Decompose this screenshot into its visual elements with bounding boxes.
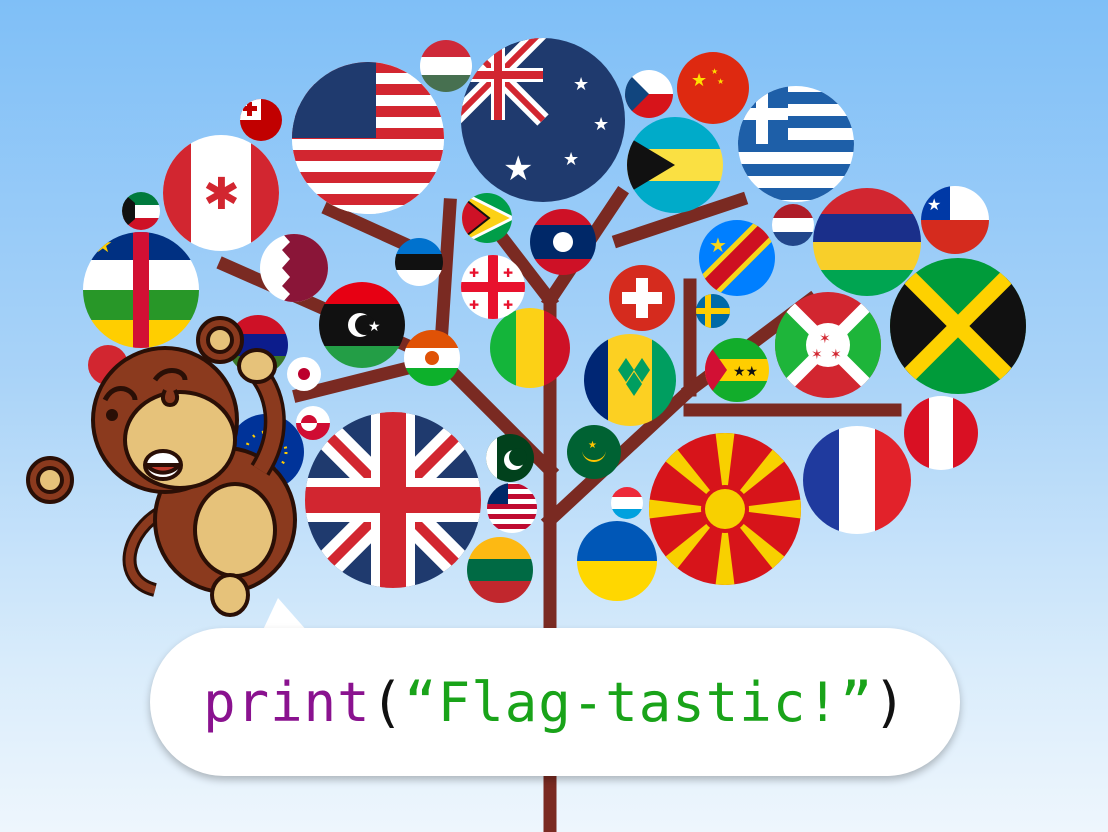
dr-congo-flag: ★ bbox=[699, 220, 775, 296]
jamaica-flag bbox=[890, 258, 1026, 394]
czech-republic-flag bbox=[625, 70, 673, 118]
svg-text:★: ★ bbox=[573, 74, 589, 95]
svg-text:✶: ✶ bbox=[819, 331, 831, 347]
svg-text:★: ★ bbox=[927, 195, 941, 214]
hungary-flag bbox=[420, 40, 472, 92]
france-flag bbox=[803, 426, 911, 534]
ukraine-flag bbox=[577, 521, 657, 601]
svg-text:★★: ★★ bbox=[733, 364, 758, 380]
svg-text:★: ★ bbox=[711, 67, 718, 76]
sao-tome-flag: ★★ bbox=[705, 338, 769, 402]
svg-text:✚: ✚ bbox=[469, 266, 479, 280]
svg-text:★: ★ bbox=[588, 440, 597, 451]
mauritius-flag bbox=[813, 188, 921, 296]
svg-text:✱: ✱ bbox=[203, 169, 240, 220]
svg-text:★: ★ bbox=[717, 77, 724, 86]
liberia-flag bbox=[487, 483, 537, 533]
luxembourg-flag bbox=[611, 487, 643, 519]
netherlands-flag bbox=[772, 204, 814, 246]
greece-flag bbox=[738, 86, 854, 202]
svg-text:★: ★ bbox=[368, 319, 381, 335]
scene-background: ★ ★ ★ ★ ✱ ✶ ✶ ✶ ★ ★ ★ ★ ★ ★ ★ ✚ ✚ ✚ ✚ ★★… bbox=[0, 0, 1108, 832]
burundi-flag: ✶ ✶ ✶ bbox=[775, 292, 881, 398]
svg-text:✚: ✚ bbox=[503, 266, 513, 280]
svg-text:✶: ✶ bbox=[811, 347, 823, 363]
north-macedonia-flag bbox=[649, 433, 801, 585]
qatar-flag bbox=[260, 234, 328, 302]
tonga-flag bbox=[240, 99, 282, 141]
svg-text:★: ★ bbox=[709, 233, 727, 257]
speech-bubble: print(“Flag-tastic!”) bbox=[150, 628, 960, 776]
peru-flag bbox=[904, 396, 978, 470]
mali-flag bbox=[490, 308, 570, 388]
code-snippet: print(“Flag-tastic!”) bbox=[203, 671, 907, 734]
switzerland-flag bbox=[609, 265, 675, 331]
japan-flag bbox=[287, 357, 321, 391]
svg-text:★: ★ bbox=[593, 114, 609, 135]
usa-flag bbox=[292, 62, 444, 214]
libya-flag: ★ bbox=[319, 282, 405, 368]
bahamas-flag bbox=[627, 117, 723, 213]
close-paren: ) bbox=[873, 670, 907, 734]
kuwait-flag bbox=[122, 192, 160, 230]
australia-flag: ★ ★ ★ ★ bbox=[461, 38, 625, 202]
monkey-mascot bbox=[26, 316, 297, 617]
china-flag: ★ ★ ★ bbox=[677, 52, 749, 124]
svg-text:★: ★ bbox=[503, 149, 533, 189]
sweden-flag bbox=[696, 294, 730, 328]
greenland-flag bbox=[296, 406, 330, 440]
svg-text:✶: ✶ bbox=[830, 347, 842, 363]
svg-text:★: ★ bbox=[93, 233, 113, 258]
svg-text:★: ★ bbox=[563, 149, 579, 170]
svg-text:✚: ✚ bbox=[503, 298, 513, 312]
laos-flag bbox=[530, 209, 596, 275]
string-literal: “Flag-tastic!” bbox=[404, 670, 874, 734]
svg-text:✚: ✚ bbox=[469, 298, 479, 312]
svg-text:★: ★ bbox=[691, 70, 707, 91]
open-paren: ( bbox=[370, 670, 405, 734]
print-keyword: print bbox=[203, 670, 371, 734]
lithuania-flag bbox=[467, 537, 533, 603]
united-kingdom-flag bbox=[305, 412, 481, 588]
canada-flag: ✱ bbox=[163, 135, 279, 251]
chile-flag: ★ bbox=[921, 186, 989, 254]
speech-bubble-tail bbox=[262, 598, 308, 632]
central-african-republic-flag: ★ bbox=[83, 232, 199, 348]
mauritania-flag: ★ bbox=[567, 425, 621, 479]
